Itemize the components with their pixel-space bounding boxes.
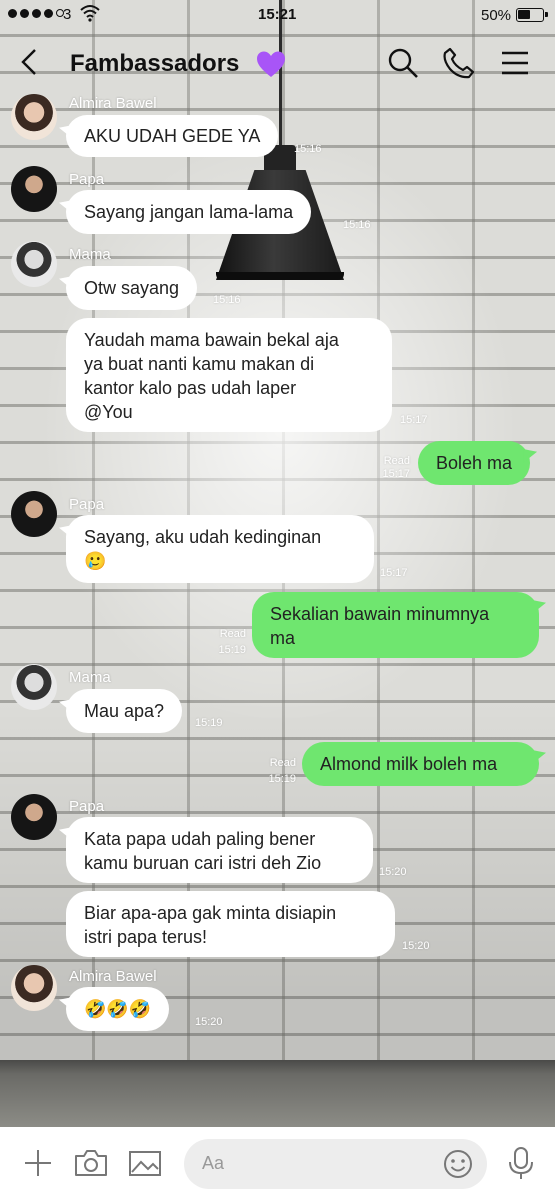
image-icon[interactable] [127, 1145, 163, 1181]
chat-title: Fambassadors [70, 50, 240, 77]
search-icon[interactable] [386, 46, 420, 80]
avatar[interactable] [11, 491, 57, 537]
message-time: 15:20 [379, 866, 407, 878]
read-receipt: Read [269, 757, 296, 769]
sender-name: Mama [69, 669, 111, 686]
message-bubble[interactable]: 🤣🤣🤣 [66, 987, 170, 1031]
battery-percent: 50% [481, 7, 512, 24]
wifi-icon [80, 5, 100, 22]
message-time: 15:17 [382, 468, 410, 480]
microphone-icon[interactable] [503, 1145, 539, 1181]
avatar[interactable] [11, 794, 57, 840]
avatar[interactable] [11, 94, 57, 140]
message-bubble[interactable]: Almond milk boleh ma [302, 742, 539, 786]
avatar[interactable] [11, 664, 57, 710]
chat-header: Fambassadors [0, 36, 555, 92]
lamp-rim [216, 272, 344, 280]
message-time: 15:16 [294, 143, 322, 155]
back-arrow-icon[interactable] [14, 46, 46, 78]
sender-name: Papa [69, 798, 105, 815]
status-time: 15:21 [258, 6, 297, 23]
message-bubble[interactable]: Yaudah mama bawain bekal aja ya buat nan… [66, 318, 392, 432]
read-receipt: Read [383, 455, 410, 467]
purple-heart-icon [257, 51, 285, 77]
emoji-icon[interactable] [442, 1148, 474, 1180]
carrier-label: 3 [63, 6, 72, 23]
message-input[interactable]: Aa [184, 1139, 487, 1189]
message-bubble[interactable]: Boleh ma [418, 441, 531, 485]
message-time: 15:17 [380, 567, 408, 579]
message-bubble[interactable]: Otw sayang [66, 266, 198, 310]
message-bubble[interactable]: AKU UDAH GEDE YA [66, 115, 279, 157]
message-time: 15:20 [402, 940, 430, 952]
message-bubble[interactable]: Sekalian bawain minumnya ma [252, 592, 539, 658]
message-time: 15:17 [400, 414, 428, 426]
message-time: 15:20 [195, 1016, 223, 1028]
avatar[interactable] [11, 166, 57, 212]
floor-background [0, 1060, 555, 1130]
message-time: 15:16 [213, 294, 241, 306]
sender-name: Papa [69, 171, 105, 188]
phone-icon[interactable] [442, 46, 476, 80]
message-time: 15:19 [268, 773, 296, 785]
sender-name: Mama [69, 246, 111, 263]
avatar[interactable] [11, 965, 57, 1011]
message-time: 15:19 [218, 644, 246, 656]
message-bubble[interactable]: Sayang, aku udah kedinginan 🥲 [66, 515, 374, 583]
message-input-placeholder: Aa [202, 1153, 225, 1173]
message-input-bar: Aa [0, 1127, 555, 1200]
sender-name: Papa [69, 496, 105, 513]
avatar[interactable] [11, 241, 57, 287]
message-time: 15:19 [195, 717, 223, 729]
battery-icon [516, 8, 548, 22]
message-bubble[interactable]: Sayang jangan lama-lama [66, 190, 312, 234]
message-time: 15:16 [343, 219, 371, 231]
signal-icon [8, 9, 64, 18]
plus-icon[interactable] [20, 1145, 56, 1181]
message-bubble[interactable]: Biar apa-apa gak minta disiapin istri pa… [66, 891, 395, 957]
message-bubble[interactable]: Kata papa udah paling bener kamu buruan … [66, 817, 373, 883]
sender-name: Almira Bawel [69, 95, 157, 112]
sender-name: Almira Bawel [69, 968, 157, 985]
status-bar: 3 15:21 50% [0, 0, 555, 32]
menu-icon[interactable] [498, 46, 532, 80]
message-bubble[interactable]: Mau apa? [66, 689, 183, 733]
read-receipt: Read [219, 628, 246, 640]
camera-icon[interactable] [73, 1145, 109, 1181]
